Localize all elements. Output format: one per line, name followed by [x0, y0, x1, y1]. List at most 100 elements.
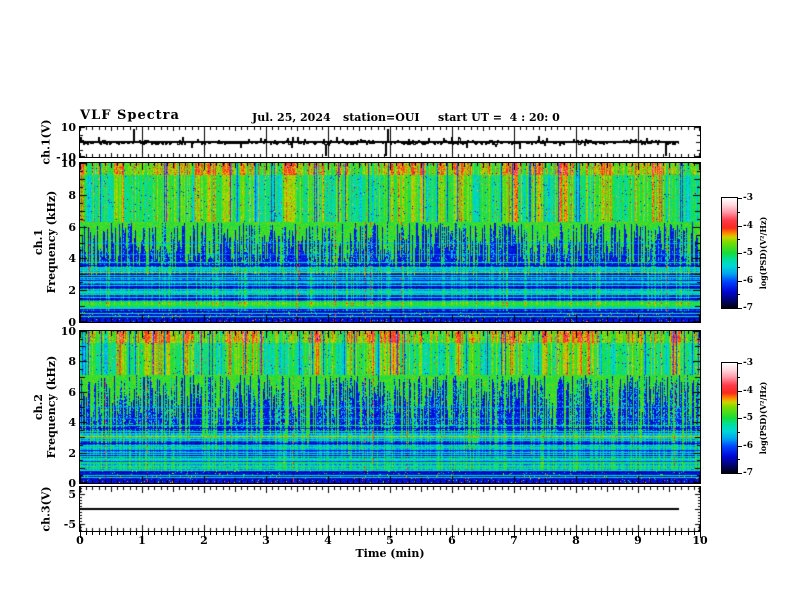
x-axis-tick: [347, 532, 348, 535]
x-axis-tick: [266, 532, 267, 538]
x-axis-tick: [340, 532, 341, 535]
colorbar-tick: [737, 294, 740, 295]
x-axis-tick: [601, 532, 602, 535]
date-label: Jul. 25, 2024: [252, 111, 331, 124]
x-axis-tick: [458, 532, 459, 535]
freq-tick-label: 6: [68, 221, 76, 234]
freq-tick-label: 2: [68, 284, 76, 297]
x-axis-tick: [365, 532, 366, 535]
ch1-frequency-axis-label: ch.1 Frequency (kHz): [32, 191, 58, 294]
x-axis-tick: [247, 532, 248, 535]
x-axis-tick: [520, 532, 521, 535]
x-axis-tick: [421, 532, 422, 536]
x-axis-tick: [464, 532, 465, 535]
x-axis-tick: [557, 532, 558, 535]
x-axis-tick: [322, 532, 323, 535]
x-axis-tick: [688, 532, 689, 535]
x-axis-tick: [99, 532, 100, 535]
freq-tick-label: 2: [68, 447, 76, 460]
x-axis-tick: [502, 532, 503, 535]
x-axis-tick: [427, 532, 428, 535]
colorbar-ch1: [721, 197, 738, 309]
x-axis-tick: [440, 532, 441, 535]
ch1-waveform-panel: [79, 126, 701, 158]
x-axis-tick: [235, 532, 236, 536]
x-axis-tick: [700, 532, 701, 538]
ch2-frequency-axis-label: ch.2 Frequency (kHz): [32, 356, 58, 459]
x-axis-tick: [80, 532, 81, 538]
ch3-waveform-panel: [79, 486, 701, 532]
x-axis-tick: [117, 532, 118, 535]
freq-tick-label: 0: [68, 477, 76, 490]
x-axis-tick: [681, 532, 682, 535]
x-axis-tick: [92, 532, 93, 535]
x-axis-tick: [278, 532, 279, 535]
x-axis-tick: [142, 532, 143, 538]
x-axis-tick: [576, 532, 577, 538]
x-axis-tick: [675, 532, 676, 535]
wave1-ymax-tick: 10: [60, 121, 76, 134]
colorbar-tick: [737, 363, 742, 364]
x-axis-tick: [285, 532, 286, 535]
x-axis-tick: [334, 532, 335, 535]
x-axis-tick: [471, 532, 472, 535]
colorbar-tick: [737, 404, 740, 405]
x-axis-tick: [378, 532, 379, 535]
x-axis-tick: [130, 532, 131, 535]
x-axis-tick: [663, 532, 664, 535]
colorbar-tick: [737, 212, 740, 213]
x-axis-tick: [526, 532, 527, 535]
colorbar-tick-label: -7: [743, 303, 753, 313]
x-axis-tick: [223, 532, 224, 535]
x-axis-tick: [632, 532, 633, 535]
colorbar-tick: [737, 253, 742, 254]
x-axis-tick: [303, 532, 304, 535]
x-axis-tick: [657, 532, 658, 535]
x-axis-tick: [161, 532, 162, 535]
vlf-spectra-screen: VLF Spectra Jul. 25, 2024 station=OUI st…: [0, 0, 792, 612]
colorbar-tick-label: -7: [743, 468, 753, 478]
x-axis-tick: [198, 532, 199, 535]
time-axis-label: Time (min): [355, 547, 425, 560]
x-axis-tick: [551, 532, 552, 535]
x-axis-tick: [619, 532, 620, 535]
x-axis-tick: [148, 532, 149, 535]
colorbar-tick: [737, 226, 742, 227]
x-axis-tick: [650, 532, 651, 535]
x-axis-tick: [111, 532, 112, 536]
ch1-spectrogram-panel: [79, 162, 701, 323]
x-axis-tick: [613, 532, 614, 535]
x-axis-tick: [371, 532, 372, 535]
colorbar-tick-label: -6: [743, 441, 753, 451]
x-axis-tick: [384, 532, 385, 535]
freq-tick-label: 8: [68, 355, 76, 368]
x-axis-tick: [595, 532, 596, 535]
colorbar-tick: [737, 473, 742, 474]
x-axis-tick: [582, 532, 583, 535]
page-title: VLF Spectra: [80, 108, 180, 123]
ch2-channel-label: ch.2: [32, 393, 45, 421]
x-axis-tick: [229, 532, 230, 535]
x-axis-tick: [396, 532, 397, 535]
x-axis-tick: [123, 532, 124, 535]
freq-tick-label: 4: [68, 416, 76, 429]
x-axis-tick: [607, 532, 608, 536]
station-label: station=OUI: [343, 111, 420, 124]
colorbar-tick: [737, 418, 742, 419]
x-axis-tick: [309, 532, 310, 535]
colorbar-tick: [737, 391, 742, 392]
x-axis-tick: [477, 532, 478, 535]
x-axis-tick: [210, 532, 211, 535]
colorbar-tick-label: -5: [743, 248, 753, 258]
colorbar1-units-label: log(PSD)(V²/Hz): [758, 216, 768, 290]
x-axis-tick: [179, 532, 180, 535]
x-axis-tick: [328, 532, 329, 538]
x-axis-tick: [359, 532, 360, 536]
x-axis-tick: [254, 532, 255, 535]
x-axis-tick: [483, 532, 484, 536]
x-axis-tick: [588, 532, 589, 535]
colorbar-tick: [737, 267, 740, 268]
x-axis-tick: [154, 532, 155, 535]
x-axis-tick: [185, 532, 186, 535]
freq-tick-label: 6: [68, 386, 76, 399]
